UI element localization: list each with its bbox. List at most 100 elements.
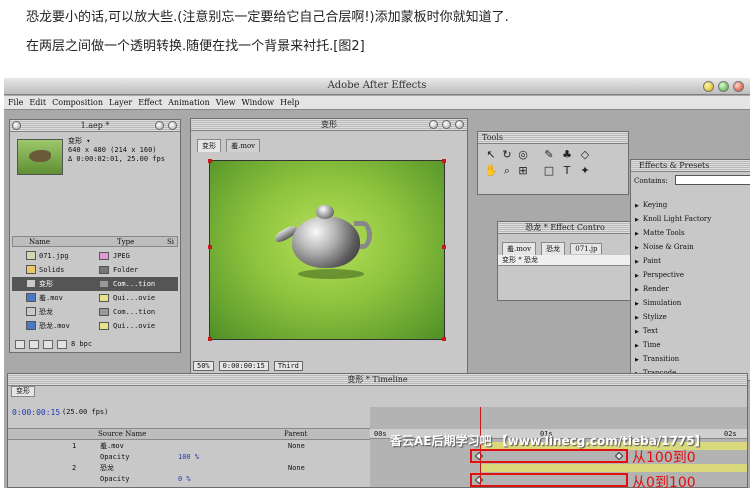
info-comp-name[interactable]: 变形 ▾: [68, 137, 178, 146]
menu-edit[interactable]: Edit: [29, 96, 46, 109]
column-name[interactable]: Name: [29, 237, 50, 247]
panel-zoom-button[interactable]: [155, 121, 164, 130]
item-name: 变形: [39, 280, 53, 288]
preset-category[interactable]: Time: [635, 341, 661, 349]
property-name: Opacity: [100, 453, 130, 461]
tab-footage[interactable]: 羞.mov: [226, 139, 261, 152]
layer-parent[interactable]: None: [288, 463, 305, 473]
tab-timeline-comp[interactable]: 变形: [11, 386, 35, 397]
menu-effect[interactable]: Effect: [138, 96, 162, 109]
contains-input[interactable]: [675, 175, 750, 185]
column-parent[interactable]: Parent: [284, 429, 307, 440]
preset-category[interactable]: Matte Tools: [635, 229, 685, 237]
corner-handle[interactable]: [208, 337, 212, 341]
tab-jpg[interactable]: 071.jp: [570, 243, 603, 254]
effects-presets-panel: Effects & Presets Contains: Keying Knoll…: [630, 159, 750, 381]
menu-help[interactable]: Help: [280, 96, 299, 109]
edge-handle[interactable]: [442, 245, 446, 249]
column-source-name[interactable]: Source Name: [98, 429, 146, 440]
close-button[interactable]: [733, 81, 744, 92]
text-tool-icon[interactable]: T: [560, 164, 574, 178]
preset-category[interactable]: Perspective: [635, 271, 684, 279]
trash-icon[interactable]: [57, 339, 67, 349]
tab-footage[interactable]: 羞.mov: [502, 242, 537, 255]
corner-handle[interactable]: [442, 159, 446, 163]
item-name: Solids: [39, 266, 65, 274]
project-item[interactable]: 恐龙.mov Qui...ovie: [12, 319, 178, 333]
project-item[interactable]: 羞.mov Qui...ovie: [12, 291, 178, 305]
project-item[interactable]: Solids Folder: [12, 263, 178, 277]
menu-file[interactable]: File: [8, 96, 23, 109]
timeline-layer-row[interactable]: 1 羞.mov None: [8, 441, 368, 451]
column-type[interactable]: Type: [117, 237, 134, 247]
pan-tool-icon[interactable]: ⊞: [516, 164, 530, 178]
item-type: Qui...ovie: [113, 294, 156, 302]
clone-tool-icon[interactable]: ♣: [560, 148, 574, 162]
current-time-display[interactable]: 0:00:00:15: [12, 408, 60, 417]
label-color-swatch: [99, 322, 109, 330]
presets-title: Effects & Presets: [639, 161, 710, 170]
property-value[interactable]: 0 %: [178, 474, 191, 484]
pen-add-tool-icon[interactable]: ✦: [578, 164, 592, 178]
annotation-box: [470, 473, 628, 487]
tab-dinosaur[interactable]: 恐龙: [541, 242, 566, 255]
annotation-box: [470, 449, 628, 463]
preset-category[interactable]: Simulation: [635, 299, 681, 307]
panel-zoom-button[interactable]: [442, 120, 451, 129]
tab-comp[interactable]: 变形: [197, 139, 221, 152]
menu-window[interactable]: Window: [242, 96, 275, 109]
hand-tool-icon[interactable]: ✋: [484, 164, 498, 178]
edge-handle[interactable]: [208, 245, 212, 249]
preset-category[interactable]: Keying: [635, 201, 667, 209]
panel-close-button[interactable]: [429, 120, 438, 129]
rectangle-tool-icon[interactable]: □: [542, 164, 556, 178]
resolution-select[interactable]: Third: [273, 361, 303, 371]
zoom-select[interactable]: 50%: [193, 361, 214, 371]
bit-depth[interactable]: 8 bpc: [71, 340, 92, 348]
pen-tool-icon[interactable]: ✎: [542, 148, 556, 162]
new-comp-icon[interactable]: [43, 339, 53, 349]
corner-handle[interactable]: [442, 337, 446, 341]
timeline-property-row[interactable]: Opacity 100 %: [8, 452, 368, 462]
new-folder-icon[interactable]: [29, 339, 39, 349]
selection-tool-icon[interactable]: ↖: [484, 148, 498, 162]
zoom-tool-icon[interactable]: ⌕: [500, 164, 514, 178]
menu-animation[interactable]: Animation: [168, 96, 210, 109]
timecode-field[interactable]: 0:00:00:15: [218, 361, 269, 371]
preset-category[interactable]: Noise & Grain: [635, 243, 694, 251]
layer-parent[interactable]: None: [288, 441, 305, 451]
project-item[interactable]: 恐龙 Com...tion: [12, 305, 178, 319]
property-value[interactable]: 100 %: [178, 452, 199, 462]
minimize-button[interactable]: [703, 81, 714, 92]
orbit-tool-icon[interactable]: ◎: [516, 148, 530, 162]
preset-category[interactable]: Transition: [635, 355, 679, 363]
layer-duration-bar[interactable]: [480, 464, 747, 472]
corner-handle[interactable]: [208, 159, 212, 163]
comp-viewer[interactable]: [208, 159, 446, 341]
preset-category[interactable]: Knoll Light Factory: [635, 215, 711, 223]
panel-collapse-button[interactable]: [455, 120, 464, 129]
preset-category[interactable]: Text: [635, 327, 658, 335]
zoom-button[interactable]: [718, 81, 729, 92]
find-icon[interactable]: [15, 339, 25, 349]
menu-view[interactable]: View: [216, 96, 236, 109]
column-size[interactable]: Si: [167, 237, 174, 247]
panel-close-button[interactable]: [12, 121, 21, 130]
project-titlebar: 1.aep *: [10, 120, 180, 132]
eraser-tool-icon[interactable]: ◇: [578, 148, 592, 162]
composition-panel: 变形 变形 羞.mov 50% 0:00:00:15 Third: [190, 118, 468, 375]
effect-layer-row: 变形 * 恐龙: [498, 255, 632, 266]
menu-layer[interactable]: Layer: [109, 96, 132, 109]
project-item-selected[interactable]: 变形 Com...tion: [12, 277, 178, 291]
timeline-layer-row[interactable]: 2 恐龙 None: [8, 463, 368, 473]
preset-category[interactable]: Render: [635, 285, 669, 293]
preset-category[interactable]: Stylize: [635, 313, 667, 321]
info-duration: Δ 0:00:02:01, 25.00 fps: [68, 155, 165, 163]
effect-title: 恐龙 * Effect Contro: [525, 223, 605, 232]
timeline-property-row[interactable]: Opacity 0 %: [8, 474, 368, 484]
menu-composition[interactable]: Composition: [52, 96, 103, 109]
rotation-tool-icon[interactable]: ↻: [500, 148, 514, 162]
panel-collapse-button[interactable]: [168, 121, 177, 130]
project-item[interactable]: 071.jpg JPEG: [12, 249, 178, 263]
preset-category[interactable]: Paint: [635, 257, 661, 265]
